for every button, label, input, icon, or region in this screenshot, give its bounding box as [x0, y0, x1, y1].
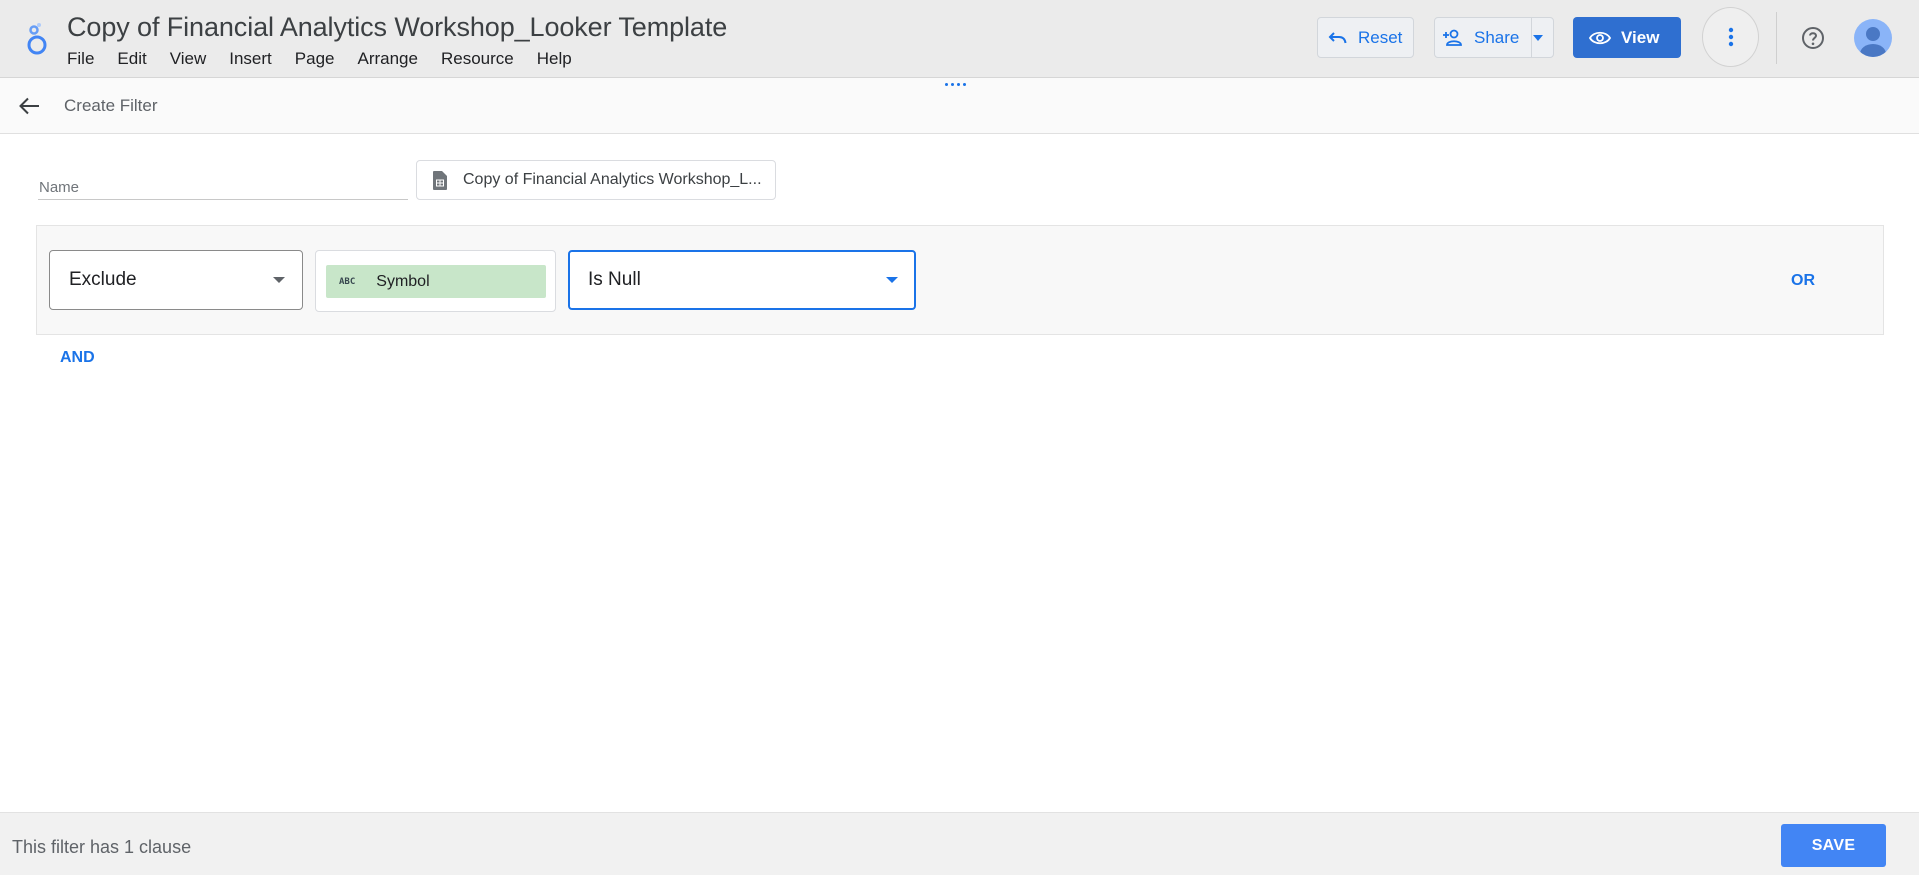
text-type-icon: ABC — [339, 276, 356, 287]
eye-icon — [1589, 31, 1611, 44]
caret-down-icon — [886, 277, 898, 283]
resize-handle[interactable] — [945, 83, 966, 86]
share-button-group: Share — [1434, 17, 1554, 58]
sheet-icon — [433, 170, 447, 190]
menu-arrange[interactable]: Arrange — [357, 49, 417, 69]
add-or-condition-button[interactable]: OR — [1791, 272, 1815, 290]
condition-dropdown[interactable]: Is Null — [568, 250, 916, 310]
undo-icon — [1328, 31, 1347, 43]
menu-resource[interactable]: Resource — [441, 49, 514, 69]
panel-footer: This filter has 1 clause SAVE — [0, 812, 1919, 875]
filter-clause-row: Exclude ABC Symbol Is Null OR — [36, 225, 1884, 335]
view-button[interactable]: View — [1573, 17, 1681, 58]
document-title[interactable]: Copy of Financial Analytics Workshop_Loo… — [67, 12, 727, 43]
share-dropdown-button[interactable] — [1531, 18, 1555, 57]
looker-studio-logo-icon[interactable] — [22, 21, 54, 57]
menu-insert[interactable]: Insert — [229, 49, 272, 69]
menu-page[interactable]: Page — [295, 49, 335, 69]
data-source-selector[interactable]: Copy of Financial Analytics Workshop_L..… — [416, 160, 776, 200]
field-chip-symbol[interactable]: ABC Symbol — [326, 265, 546, 298]
panel-header: Create Filter — [0, 78, 1919, 134]
add-and-clause-button[interactable]: AND — [60, 349, 95, 367]
dimension-field-slot[interactable]: ABC Symbol — [315, 250, 556, 312]
filter-name-input[interactable] — [38, 165, 408, 199]
share-button[interactable]: Share — [1474, 28, 1519, 48]
app-bar: Copy of Financial Analytics Workshop_Loo… — [0, 0, 1919, 78]
menu-help[interactable]: Help — [537, 49, 572, 69]
view-label: View — [1621, 27, 1660, 47]
panel-title: Create Filter — [64, 96, 158, 115]
arrow-back-icon — [19, 97, 39, 115]
help-icon[interactable] — [1801, 26, 1825, 50]
condition-value: Is Null — [588, 269, 641, 290]
reset-button[interactable]: Reset — [1317, 17, 1414, 58]
back-button[interactable] — [16, 94, 42, 118]
more-options-button[interactable] — [1702, 7, 1759, 67]
save-button[interactable]: SAVE — [1781, 824, 1886, 867]
person-add-icon — [1443, 29, 1462, 46]
reset-label: Reset — [1358, 27, 1403, 47]
menu-view[interactable]: View — [170, 49, 207, 69]
clause-count-text: This filter has 1 clause — [12, 837, 192, 857]
menu-bar: File Edit View Insert Page Arrange Resou… — [67, 49, 595, 69]
person-icon — [1860, 27, 1886, 57]
filter-name-field[interactable] — [38, 165, 408, 200]
account-avatar[interactable] — [1854, 19, 1892, 57]
more-vert-icon — [1728, 27, 1733, 47]
toolbar-divider — [1776, 12, 1777, 64]
menu-edit[interactable]: Edit — [117, 49, 146, 69]
caret-down-icon — [273, 277, 285, 283]
menu-file[interactable]: File — [67, 49, 94, 69]
field-name: Symbol — [376, 272, 430, 290]
data-source-name: Copy of Financial Analytics Workshop_L..… — [463, 171, 762, 188]
include-exclude-dropdown[interactable]: Exclude — [49, 250, 303, 310]
include-exclude-value: Exclude — [69, 269, 137, 290]
caret-down-icon — [1533, 34, 1543, 41]
